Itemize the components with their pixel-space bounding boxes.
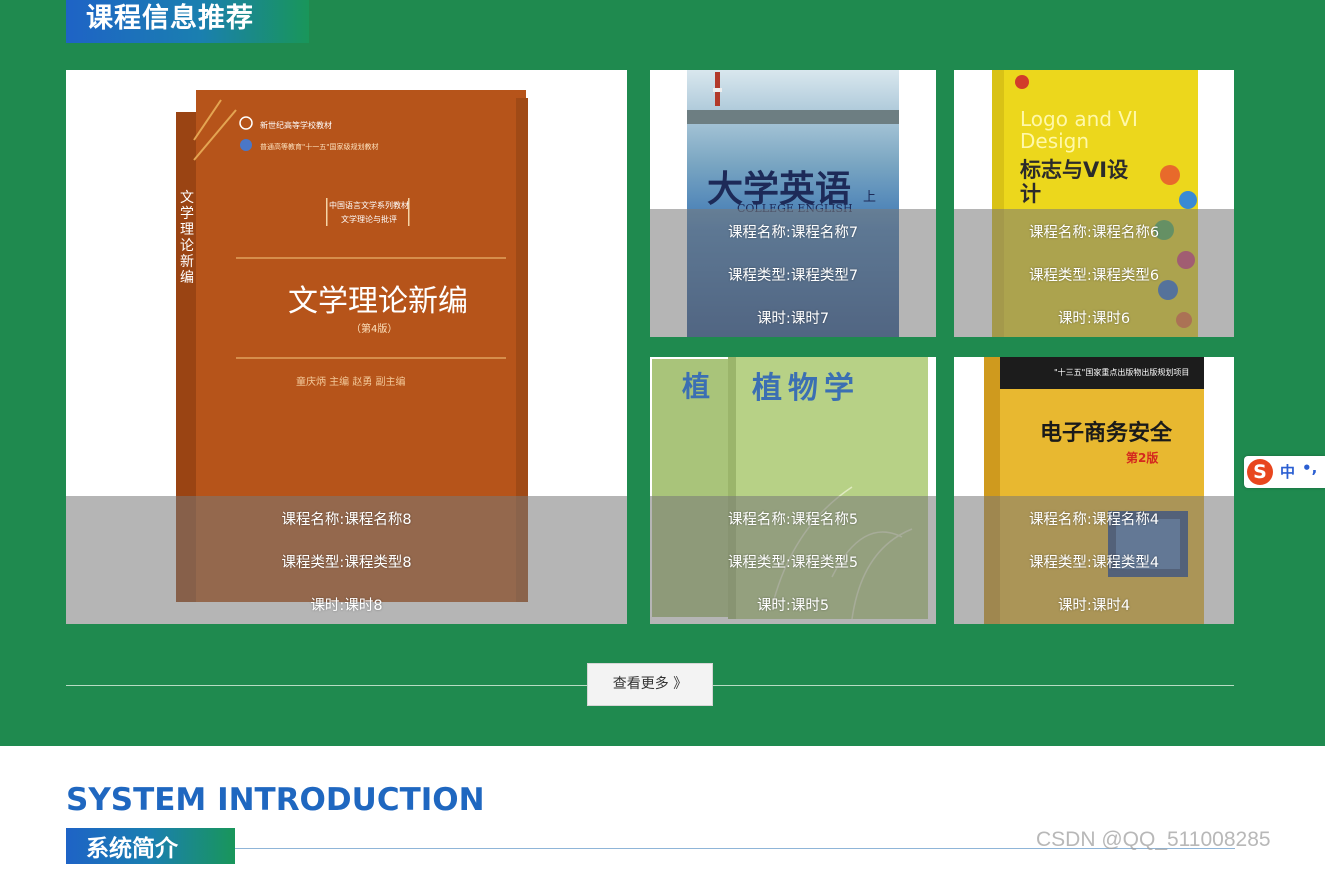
cover-publisher-2: 普通高等教育"十一五"国家级规划教材 — [260, 143, 379, 151]
cover-subseries: 文学理论与批评 — [341, 215, 397, 224]
ime-logo-icon: S — [1247, 459, 1273, 485]
course-type: 课程类型:课程类型4 — [1028, 555, 1160, 571]
ime-mode[interactable]: 中 — [1280, 461, 1295, 482]
course-card-4[interactable]: "十三五"国家重点出版物出版规划项目 电子商务安全 第2版 课程名称:课程名称4… — [954, 357, 1234, 624]
course-hours: 课时:课时8 — [310, 598, 383, 614]
course-info-overlay: 课程名称:课程名称5 课程类型:课程类型5 课时:课时5 — [650, 496, 936, 624]
course-info-overlay: 课程名称:课程名称4 课程类型:课程类型4 课时:课时4 — [954, 496, 1234, 624]
course-info-overlay: 课程名称:课程名称6 课程类型:课程类型6 课时:课时6 — [954, 209, 1234, 337]
cover-title: 电子商务安全 — [1040, 420, 1173, 446]
course-hours: 课时:课时5 — [756, 598, 830, 614]
course-card-5[interactable]: 植 植物学 课程名称:课程名称5 课程类型:课程类型5 课时:课时5 — [650, 357, 936, 624]
intro-title-en: SYSTEM INTRODUCTION — [66, 782, 485, 818]
course-info-overlay: 课程名称:课程名称7 课程类型:课程类型7 课时:课时7 — [650, 209, 936, 337]
course-name: 课程名称:课程名称5 — [727, 512, 859, 528]
course-name: 课程名称:课程名称7 — [727, 225, 859, 241]
course-card-8[interactable]: 新世纪高等学校教材 普通高等教育"十一五"国家级规划教材 中国语言文学系列教材 … — [66, 70, 627, 624]
cover-authors: 童庆炳 主编 赵勇 副主编 — [296, 377, 406, 388]
cover-edition: （第4版） — [351, 324, 398, 335]
ime-toolbar[interactable]: S 中 •, — [1244, 456, 1325, 488]
course-name: 课程名称:课程名称8 — [281, 512, 412, 528]
course-card-6[interactable]: Logo and VI Design 标志与VI设计 课程名称:课程名称6 课程… — [954, 70, 1234, 337]
cover-title-en: Logo and VI Design — [1020, 107, 1138, 153]
cover-spine-title: 植 — [682, 370, 711, 403]
view-more-button[interactable]: 查看更多 》 — [587, 663, 713, 706]
course-hours: 课时:课时7 — [756, 311, 830, 327]
cover-volume: 上 — [863, 190, 877, 205]
course-name: 课程名称:课程名称4 — [1028, 512, 1160, 528]
course-name: 课程名称:课程名称6 — [1028, 225, 1160, 241]
course-card-7[interactable]: 大学英语 上 COLLEGE ENGLISH 课程名称:课程名称7 课程类型:课… — [650, 70, 936, 337]
course-type: 课程类型:课程类型7 — [727, 268, 859, 284]
section-title: 课程信息推荐 — [66, 0, 309, 43]
ime-punct[interactable]: •, — [1302, 459, 1317, 477]
cover-banner: "十三五"国家重点出版物出版规划项目 — [1054, 368, 1190, 377]
course-hours: 课时:课时4 — [1057, 598, 1131, 614]
watermark: CSDN @QQ_511008285 — [1036, 828, 1271, 851]
course-type: 课程类型:课程类型8 — [281, 555, 412, 571]
intro-title-zh: 系统简介 — [66, 828, 235, 864]
cover-title-zh: 标志与VI设计 — [1020, 158, 1129, 206]
cover-title: 植物学 — [752, 371, 860, 406]
cover-spine-text: 文学理论新编 — [180, 190, 194, 286]
course-type: 课程类型:课程类型6 — [1028, 268, 1160, 284]
cover-edition: 第2版 — [1126, 451, 1159, 465]
cover-series: 中国语言文学系列教材 — [329, 201, 409, 210]
course-info-overlay: 课程名称:课程名称8 课程类型:课程类型8 课时:课时8 — [66, 496, 627, 624]
cover-title: 文学理论新编 — [288, 284, 468, 319]
course-hours: 课时:课时6 — [1057, 311, 1131, 327]
course-type: 课程类型:课程类型5 — [727, 555, 859, 571]
cover-publisher-1: 新世纪高等学校教材 — [260, 121, 332, 130]
